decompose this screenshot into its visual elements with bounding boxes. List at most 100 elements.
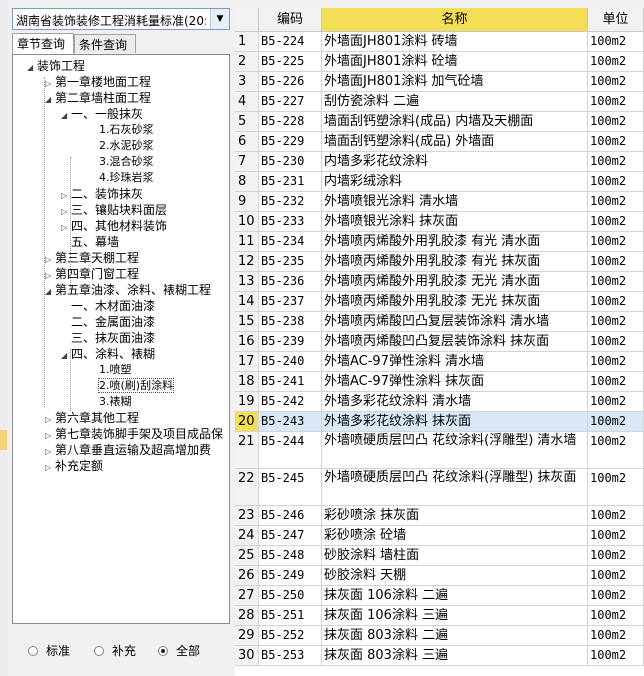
name-cell[interactable]: 外墙AC-97弹性涂料 清水墙 [322, 352, 588, 372]
table-row[interactable]: 4 B5-227 刮仿瓷涂料 二遍 100m2 [235, 92, 644, 112]
unit-cell[interactable]: 100m2 [588, 566, 644, 586]
tree-item[interactable]: ▷ 第一章楼地面工程 [45, 74, 151, 90]
unit-cell[interactable]: 100m2 [588, 112, 644, 132]
row-index-cell[interactable]: 14 [235, 292, 259, 312]
name-cell[interactable]: 砂胶涂料 墙柱面 [322, 546, 588, 566]
unit-cell[interactable]: 100m2 [588, 332, 644, 352]
tree-item[interactable]: 2.水泥砂浆 [89, 138, 154, 154]
tree-item[interactable]: ▷ 四、其他材料装饰 [61, 218, 167, 234]
unit-cell[interactable]: 100m2 [588, 252, 644, 272]
header-code[interactable]: 编码 [259, 8, 322, 32]
tree-item[interactable]: ◢ 第二章墙柱面工程 [45, 90, 151, 106]
name-cell[interactable]: 抹灰面 106涂料 三遍 [322, 606, 588, 626]
code-cell[interactable]: B5-251 [259, 606, 322, 626]
table-row[interactable]: 8 B5-231 内墙彩绒涂料 100m2 [235, 172, 644, 192]
unit-cell[interactable]: 100m2 [588, 526, 644, 546]
expanded-icon[interactable]: ◢ [45, 284, 55, 300]
name-cell[interactable]: 抹灰面 803涂料 三遍 [322, 646, 588, 666]
name-cell[interactable]: 外墙喷丙烯酸凹凸复层装饰涂料 清水墙 [322, 312, 588, 332]
tree-item[interactable]: ▷ 第八章垂直运输及超高增加费 [45, 442, 211, 458]
code-cell[interactable]: B5-231 [259, 172, 322, 192]
code-cell[interactable]: B5-253 [259, 646, 322, 666]
unit-cell[interactable]: 100m2 [588, 412, 644, 432]
name-cell[interactable]: 外墙AC-97弹性涂料 抹灰面 [322, 372, 588, 392]
table-row[interactable]: 20 B5-243 外墙多彩花纹涂料 抹灰面 100m2 [235, 412, 644, 432]
row-index-cell[interactable]: 17 [235, 352, 259, 372]
row-index-cell[interactable]: 23 [235, 506, 259, 526]
code-cell[interactable]: B5-240 [259, 352, 322, 372]
code-cell[interactable]: B5-230 [259, 152, 322, 172]
unit-cell[interactable]: 100m2 [588, 432, 644, 469]
row-index-cell[interactable]: 9 [235, 192, 259, 212]
table-row[interactable]: 24 B5-247 彩砂喷涂 砼墙 100m2 [235, 526, 644, 546]
row-index-cell[interactable]: 4 [235, 92, 259, 112]
radio-all-dot[interactable] [158, 645, 168, 656]
name-cell[interactable]: 外墙多彩花纹涂料 清水墙 [322, 392, 588, 412]
code-cell[interactable]: B5-243 [259, 412, 322, 432]
code-cell[interactable]: B5-242 [259, 392, 322, 412]
expanded-icon[interactable]: ◢ [27, 60, 37, 76]
tree-item[interactable]: 三、抹灰面油漆 [61, 330, 155, 346]
table-row[interactable]: 30 B5-253 抹灰面 803涂料 三遍 100m2 [235, 646, 644, 666]
code-cell[interactable]: B5-249 [259, 566, 322, 586]
code-cell[interactable]: B5-245 [259, 469, 322, 506]
unit-cell[interactable]: 100m2 [588, 72, 644, 92]
tree-item[interactable]: ▷ 第七章装饰脚手架及项目成品保 [45, 426, 223, 442]
row-index-cell[interactable]: 20 [235, 412, 259, 432]
table-row[interactable]: 26 B5-249 砂胶涂料 天棚 100m2 [235, 566, 644, 586]
row-index-cell[interactable]: 15 [235, 312, 259, 332]
table-row[interactable]: 15 B5-238 外墙喷丙烯酸凹凸复层装饰涂料 清水墙 100m2 [235, 312, 644, 332]
table-row[interactable]: 25 B5-248 砂胶涂料 墙柱面 100m2 [235, 546, 644, 566]
name-cell[interactable]: 外墙面JH801涂料 砖墙 [322, 32, 588, 52]
name-cell[interactable]: 外墙喷丙烯酸凹凸复层装饰涂料 抹灰面 [322, 332, 588, 352]
row-index-cell[interactable]: 5 [235, 112, 259, 132]
radio-standard[interactable]: 标准 [28, 642, 70, 659]
code-cell[interactable]: B5-228 [259, 112, 322, 132]
code-cell[interactable]: B5-236 [259, 272, 322, 292]
name-cell[interactable]: 彩砂喷涂 砼墙 [322, 526, 588, 546]
table-row[interactable]: 16 B5-239 外墙喷丙烯酸凹凸复层装饰涂料 抹灰面 100m2 [235, 332, 644, 352]
table-row[interactable]: 9 B5-232 外墙喷银光涂料 清水墙 100m2 [235, 192, 644, 212]
name-cell[interactable]: 墙面刮钙塑涂料(成品) 外墙面 [322, 132, 588, 152]
unit-cell[interactable]: 100m2 [588, 172, 644, 192]
row-index-cell[interactable]: 1 [235, 32, 259, 52]
name-cell[interactable]: 外墙喷丙烯酸外用乳胶漆 有光 清水面 [322, 232, 588, 252]
unit-cell[interactable]: 100m2 [588, 212, 644, 232]
row-index-cell[interactable]: 30 [235, 646, 259, 666]
name-cell[interactable]: 抹灰面 803涂料 二遍 [322, 626, 588, 646]
row-index-cell[interactable]: 13 [235, 272, 259, 292]
code-cell[interactable]: B5-247 [259, 526, 322, 546]
tab-condition-query[interactable]: 条件查询 [74, 34, 136, 53]
unit-cell[interactable]: 100m2 [588, 352, 644, 372]
unit-cell[interactable]: 100m2 [588, 192, 644, 212]
unit-cell[interactable]: 100m2 [588, 646, 644, 666]
row-index-cell[interactable]: 22 [235, 469, 259, 506]
code-cell[interactable]: B5-235 [259, 252, 322, 272]
row-index-cell[interactable]: 12 [235, 252, 259, 272]
tree-item[interactable]: 一、木材面油漆 [61, 298, 155, 314]
row-index-cell[interactable]: 27 [235, 586, 259, 606]
tree-item[interactable]: 3.混合砂浆 [89, 154, 154, 170]
header-name[interactable]: 名称 [322, 8, 588, 32]
expanded-icon[interactable]: ◢ [61, 108, 71, 124]
unit-cell[interactable]: 100m2 [588, 52, 644, 72]
code-cell[interactable]: B5-238 [259, 312, 322, 332]
code-cell[interactable]: B5-248 [259, 546, 322, 566]
unit-cell[interactable]: 100m2 [588, 232, 644, 252]
name-cell[interactable]: 外墙面JH801涂料 加气砼墙 [322, 72, 588, 92]
code-cell[interactable]: B5-224 [259, 32, 322, 52]
unit-cell[interactable]: 100m2 [588, 506, 644, 526]
code-cell[interactable]: B5-225 [259, 52, 322, 72]
code-cell[interactable]: B5-250 [259, 586, 322, 606]
name-cell[interactable]: 外墙喷银光涂料 抹灰面 [322, 212, 588, 232]
unit-cell[interactable]: 100m2 [588, 292, 644, 312]
tree-item[interactable]: ▷ 第三章天棚工程 [45, 250, 139, 266]
unit-cell[interactable]: 100m2 [588, 546, 644, 566]
row-index-cell[interactable]: 3 [235, 72, 259, 92]
name-cell[interactable]: 外墙喷丙烯酸外用乳胶漆 无光 抹灰面 [322, 292, 588, 312]
tree-item[interactable]: ◢ 一、一般抹灰 [61, 106, 143, 122]
tree-item[interactable]: 1.石灰砂浆 [89, 122, 154, 138]
name-cell[interactable]: 内墙彩绒涂料 [322, 172, 588, 192]
tree-item[interactable]: ▷ 三、镶贴块料面层 [61, 202, 167, 218]
table-row[interactable]: 19 B5-242 外墙多彩花纹涂料 清水墙 100m2 [235, 392, 644, 412]
